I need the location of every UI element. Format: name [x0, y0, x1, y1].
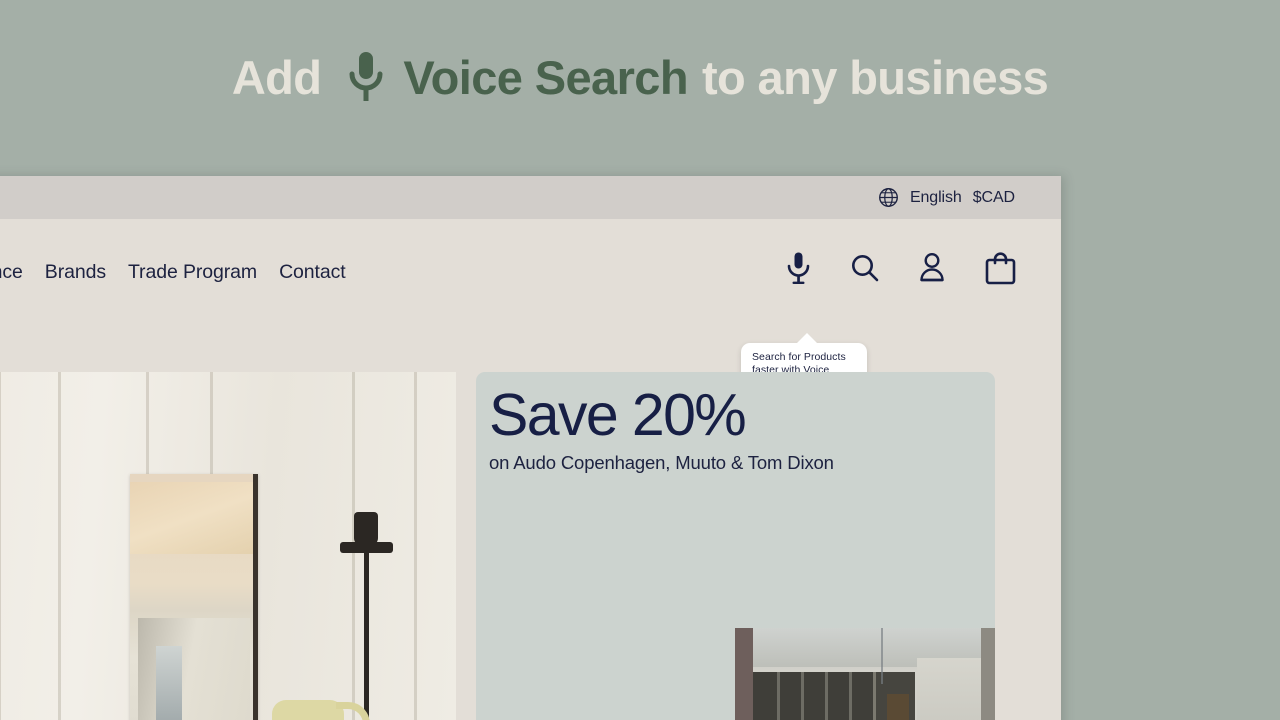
promo-card[interactable]: Save 20% on Audo Copenhagen, Muuto & Tom… — [476, 372, 995, 720]
hero-words-voice-search: Voice Search — [403, 50, 688, 104]
account-icon[interactable] — [918, 252, 946, 289]
nav-icons-group — [785, 251, 1017, 290]
promo-photo-mullion — [825, 672, 828, 720]
hero-headline: Add Voice Search to any business — [0, 48, 1280, 106]
voice-search-icon[interactable] — [785, 251, 812, 290]
language-selector[interactable]: English — [910, 189, 962, 207]
nav-link-brands[interactable]: Brands — [34, 261, 117, 284]
photo-mirror-reflection-top — [130, 482, 253, 554]
nav-link-trade-program[interactable]: Trade Program — [117, 261, 268, 284]
promo-photo-left-wall — [735, 628, 753, 720]
photo-mirror — [130, 474, 258, 720]
promo-photo-mullion — [801, 672, 804, 720]
page-root: Add Voice Search to any business ER $199 — [0, 0, 1280, 720]
promo-photo-right-wall — [981, 628, 995, 720]
photo-mirror-reflection-window — [156, 646, 182, 720]
nav-link-contact[interactable]: Contact — [268, 261, 357, 284]
promo-title: Save 20% — [489, 382, 747, 448]
photo-candlestick-stem — [364, 546, 369, 720]
search-icon[interactable] — [850, 253, 880, 288]
interior-room-photo — [0, 372, 456, 720]
microphone-icon — [343, 48, 389, 106]
locale-selector-group: English $CAD — [878, 187, 1015, 208]
announcement-bar: ER $199 English $CAD — [0, 176, 1061, 219]
promo-photo-mullion — [777, 672, 780, 720]
page-content-area: Save 20% on Audo Copenhagen, Muuto & Tom… — [0, 324, 1061, 720]
cart-icon[interactable] — [984, 251, 1017, 290]
promo-photo-back-wall — [917, 658, 981, 720]
photo-wall-panel-line — [0, 372, 1, 720]
photo-wall-panel-line — [414, 372, 417, 720]
website-mockup-panel: ER $199 English $CAD earance — [0, 176, 1061, 720]
photo-mirror-reflection-door — [138, 618, 250, 720]
site-navigation-bar: earance Brands Trade Program Contact — [0, 219, 1061, 388]
photo-candlestick-cup — [354, 512, 378, 546]
currency-selector[interactable]: $CAD — [973, 189, 1015, 207]
globe-icon — [878, 187, 899, 208]
promo-interior-photo — [735, 628, 995, 720]
promo-subtitle: on Audo Copenhagen, Muuto & Tom Dixon — [489, 452, 834, 473]
hero-words-to-any-business: to any business — [701, 50, 1049, 104]
promo-photo-vertical-line — [881, 628, 883, 684]
promo-photo-window — [887, 694, 909, 720]
nav-link-clearance[interactable]: earance — [0, 261, 34, 284]
hero-word-add: Add — [231, 50, 322, 104]
photo-wall-panel-line — [58, 372, 61, 720]
photo-pitcher — [272, 700, 344, 720]
promo-photo-mullion — [849, 672, 852, 720]
nav-links-group: earance Brands Trade Program Contact — [0, 261, 357, 284]
